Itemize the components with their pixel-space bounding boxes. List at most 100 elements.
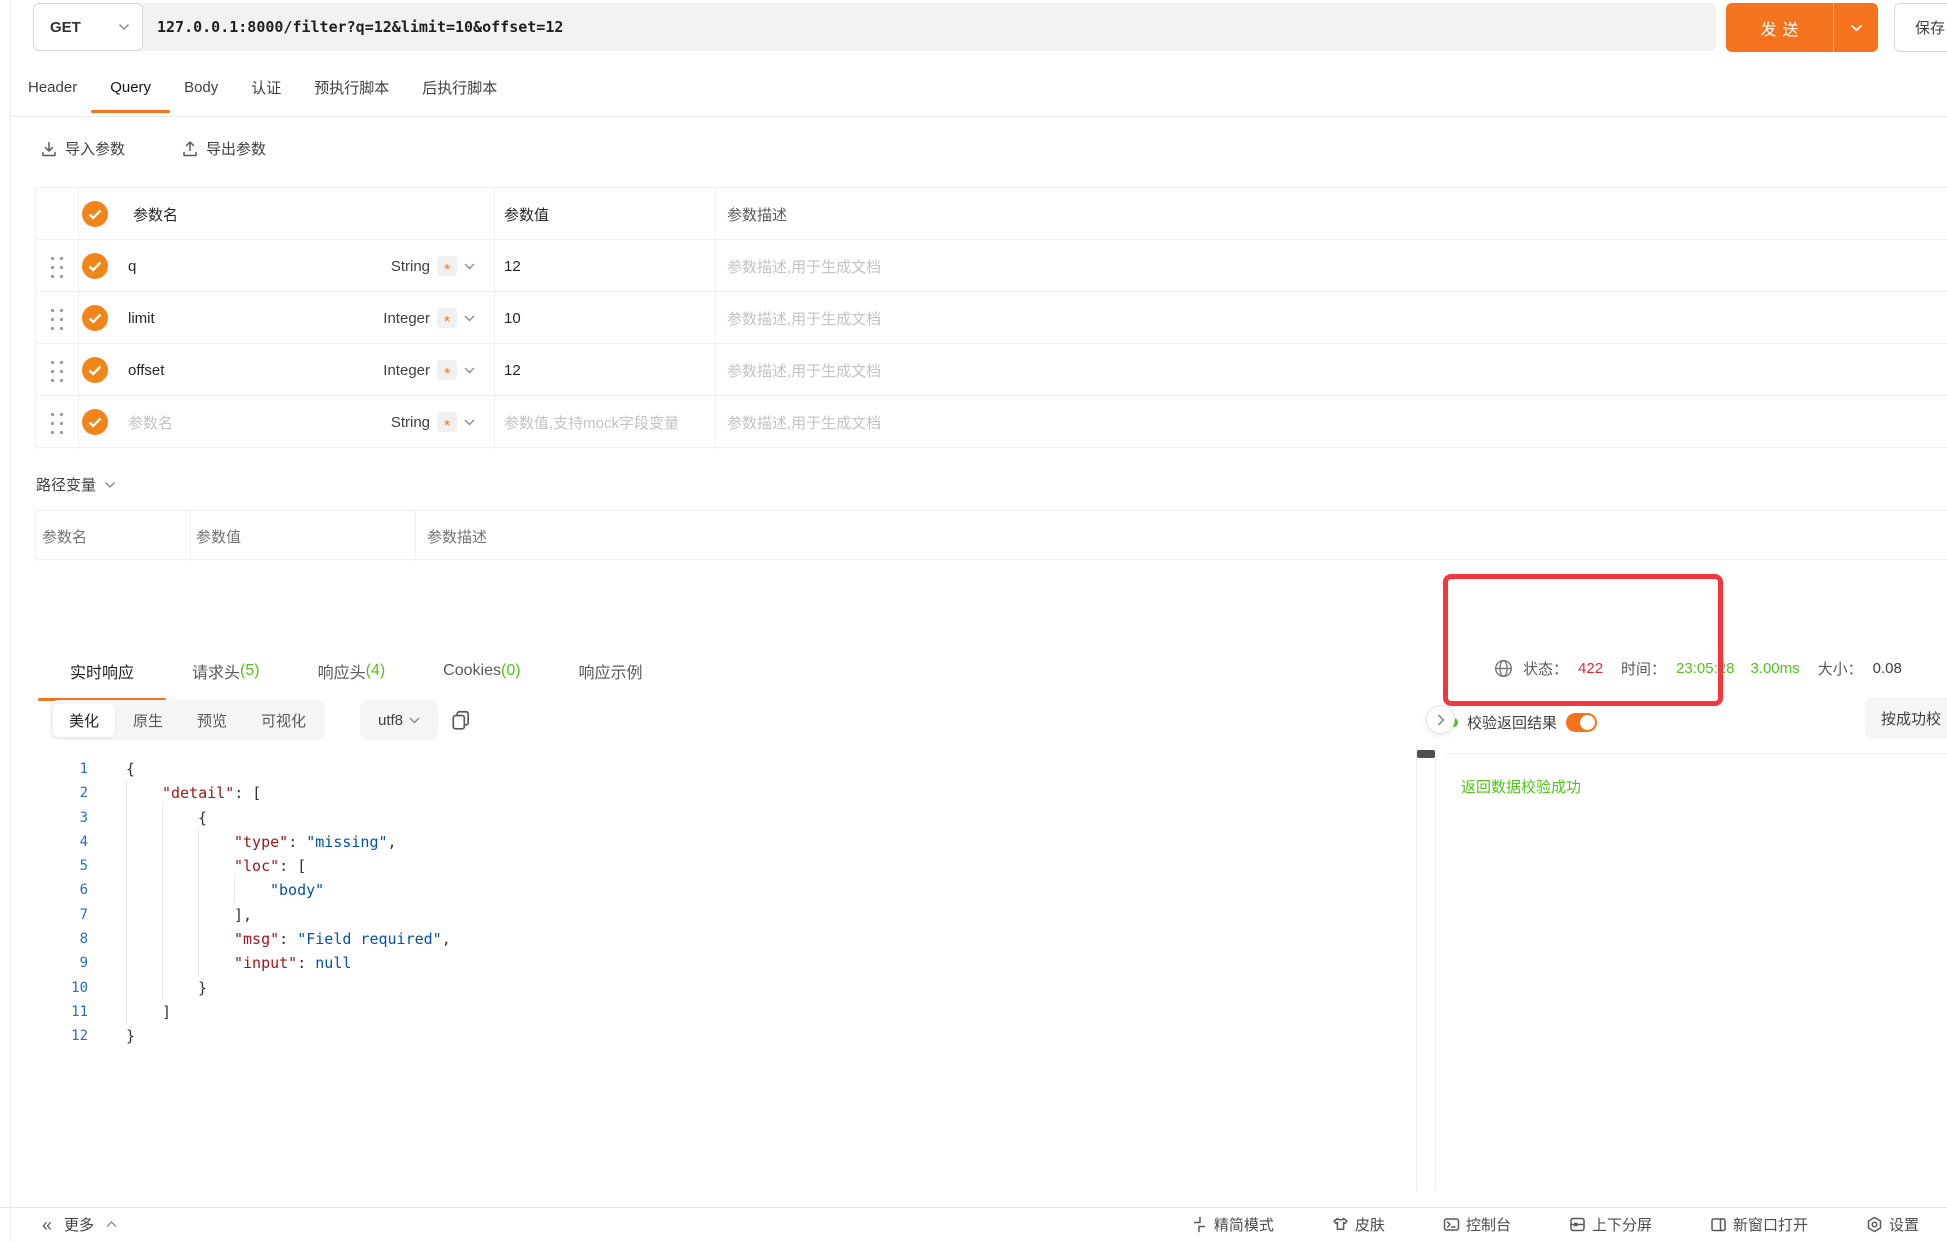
duration-value: 3.00ms (1750, 660, 1799, 677)
tab-header[interactable]: Header (28, 79, 77, 96)
settings-button[interactable]: 设置 (1866, 1214, 1919, 1235)
bottom-bar: « 更多 精简模式 皮肤 控制台 上下分屏 新窗口打开 (0, 1207, 1947, 1241)
drag-handle-icon[interactable] (48, 410, 66, 435)
code-lines: 1{2"detail": [3{4"type": "missing",5"loc… (35, 757, 451, 1049)
collapse-sidebar-button[interactable]: « (42, 1216, 52, 1234)
code-line: 7], (35, 903, 451, 927)
drag-handle-icon[interactable] (48, 358, 66, 383)
open-new-window-button[interactable]: 新窗口打开 (1710, 1214, 1808, 1235)
param-name-input[interactable]: offset (128, 344, 164, 396)
check-icon (88, 209, 102, 220)
validation-mode-button[interactable]: 按成功校 (1865, 697, 1947, 739)
param-desc-input[interactable]: 参数描述,用于生成文档 (727, 292, 881, 344)
tab-post-script[interactable]: 后执行脚本 (422, 77, 497, 98)
url-input[interactable]: 127.0.0.1:8000/filter?q=12&limit=10&offs… (157, 3, 563, 51)
chevron-down-icon (464, 263, 475, 270)
row-checkbox[interactable] (82, 357, 108, 383)
tab-label: 实时响应 (70, 659, 134, 683)
viewer-mode-segmented-control: 美化 原生 预览 可视化 (50, 700, 325, 740)
scrollbar-thumb[interactable] (1417, 750, 1435, 758)
param-desc-input[interactable]: 参数描述,用于生成文档 (727, 396, 881, 448)
console-icon (1443, 1216, 1460, 1233)
drag-handle-icon[interactable] (48, 306, 66, 331)
param-name-input[interactable]: 参数名 (128, 396, 173, 448)
select-all-checkbox[interactable] (82, 201, 108, 227)
method-select[interactable]: GET (33, 3, 143, 51)
col-header-desc: 参数描述 (727, 188, 787, 240)
bottom-bar-right: 精简模式 皮肤 控制台 上下分屏 新窗口打开 设置 (1191, 1214, 1919, 1235)
export-upload-icon (181, 140, 199, 158)
split-screen-button[interactable]: 上下分屏 (1569, 1214, 1652, 1235)
param-value-input[interactable]: 参数值,支持mock字段变量 (504, 396, 679, 448)
tab-response-headers[interactable]: 响应头(4) (318, 640, 386, 701)
status-code: 422 (1578, 660, 1603, 677)
param-desc-input[interactable]: 参数描述,用于生成文档 (727, 344, 881, 396)
sidebar-edge-divider (10, 0, 11, 1241)
line-number: 5 (35, 854, 88, 878)
console-button[interactable]: 控制台 (1443, 1214, 1511, 1235)
row-checkbox[interactable] (82, 253, 108, 279)
mode-beautify[interactable]: 美化 (53, 704, 115, 737)
validation-toggle[interactable] (1566, 713, 1597, 732)
tab-count: (0) (501, 662, 521, 680)
param-value-input[interactable]: 12 (504, 344, 521, 396)
mode-raw[interactable]: 原生 (117, 704, 179, 737)
path-variables-toggle[interactable]: 路径变量 (36, 474, 116, 495)
mode-visualize[interactable]: 可视化 (245, 704, 322, 737)
row-checkbox[interactable] (82, 409, 108, 435)
param-value-input[interactable]: 10 (504, 292, 521, 344)
bottom-bar-left: « 更多 (42, 1214, 117, 1235)
send-dropdown-button[interactable] (1834, 24, 1878, 32)
export-params-button[interactable]: 导出参数 (181, 138, 266, 159)
param-actions: 导入参数 导出参数 (40, 138, 266, 159)
code-text: ], (126, 903, 252, 927)
drag-handle-icon[interactable] (48, 254, 66, 279)
save-button[interactable]: 保存 (1894, 3, 1947, 52)
chevron-up-icon[interactable] (106, 1221, 117, 1228)
collapse-panel-button[interactable] (1426, 705, 1455, 734)
code-text: "msg": "Field required", (126, 927, 451, 951)
tab-pre-script[interactable]: 预执行脚本 (314, 77, 389, 98)
param-desc-input[interactable]: 参数描述,用于生成文档 (727, 240, 881, 292)
tab-auth[interactable]: 认证 (251, 77, 281, 98)
send-button[interactable]: 发送 (1726, 3, 1878, 52)
code-text: "detail": [ (126, 781, 261, 805)
code-text: { (126, 806, 207, 830)
check-icon (88, 261, 102, 272)
tab-live-response[interactable]: 实时响应 (70, 640, 134, 701)
tab-body[interactable]: Body (184, 79, 218, 96)
query-params-table: 参数名 参数值 参数描述 q String * 12 参数描述,用于生成文档 l… (35, 187, 1947, 448)
check-icon (88, 313, 102, 324)
line-number: 12 (35, 1024, 88, 1048)
copy-button[interactable] (450, 709, 472, 731)
param-type-select[interactable]: Integer * (335, 344, 475, 396)
row-checkbox[interactable] (82, 305, 108, 331)
param-type-select[interactable]: Integer * (335, 292, 475, 344)
compact-mode-icon (1191, 1216, 1208, 1233)
encoding-select[interactable]: utf8 (360, 700, 438, 740)
tab-request-headers[interactable]: 请求头(5) (192, 640, 260, 701)
param-value-input[interactable]: 12 (504, 240, 521, 292)
mode-preview[interactable]: 预览 (181, 704, 243, 737)
skin-button[interactable]: 皮肤 (1332, 1214, 1385, 1235)
method-label: GET (50, 19, 81, 36)
chevron-down-icon (464, 315, 475, 322)
import-params-button[interactable]: 导入参数 (40, 138, 125, 159)
tab-query[interactable]: Query (110, 79, 151, 96)
bottom-item-label: 新窗口打开 (1733, 1214, 1808, 1235)
param-type-select[interactable]: String * (335, 240, 475, 292)
param-type-select[interactable]: String * (335, 396, 475, 448)
more-button[interactable]: 更多 (64, 1214, 94, 1235)
app-window: GET 127.0.0.1:8000/filter?q=12&limit=10&… (0, 0, 1947, 1241)
panel-divider (1446, 753, 1947, 754)
param-name-input[interactable]: limit (128, 292, 155, 344)
chevron-down-icon (1850, 24, 1863, 32)
param-name-input[interactable]: q (128, 240, 136, 292)
tab-response-example[interactable]: 响应示例 (579, 640, 643, 701)
tab-count: (5) (240, 662, 260, 680)
export-params-label: 导出参数 (206, 138, 266, 159)
compact-mode-button[interactable]: 精简模式 (1191, 1214, 1274, 1235)
tab-cookies[interactable]: Cookies(0) (443, 640, 520, 701)
param-type-label: String (391, 414, 430, 431)
col-header-value: 参数值 (504, 188, 549, 240)
